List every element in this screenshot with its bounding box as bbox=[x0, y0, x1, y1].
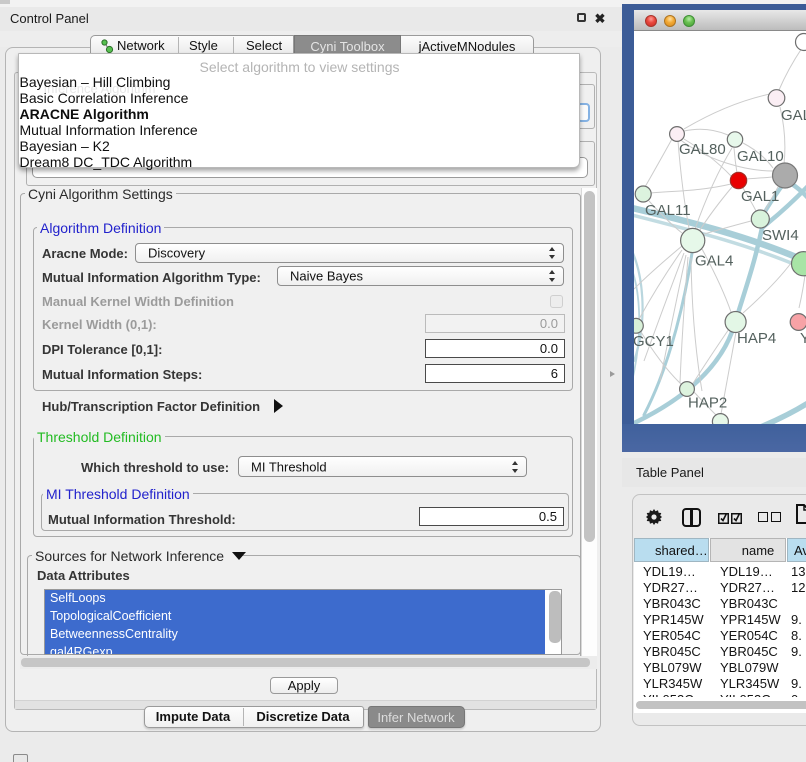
svg-text:GAL4: GAL4 bbox=[695, 253, 733, 270]
svg-text:GAL1: GAL1 bbox=[741, 188, 779, 205]
svg-text:GAL2: GAL2 bbox=[781, 107, 806, 124]
svg-text:Y: Y bbox=[800, 330, 806, 347]
svg-text:GAL80: GAL80 bbox=[679, 141, 726, 158]
svg-text:HAP2: HAP2 bbox=[688, 395, 727, 412]
svg-text:GCY1: GCY1 bbox=[634, 333, 674, 350]
svg-text:HAP4: HAP4 bbox=[737, 330, 776, 347]
svg-text:SWI4: SWI4 bbox=[762, 227, 799, 244]
svg-text:GAL10: GAL10 bbox=[737, 148, 784, 165]
svg-text:GAL11: GAL11 bbox=[645, 202, 691, 219]
